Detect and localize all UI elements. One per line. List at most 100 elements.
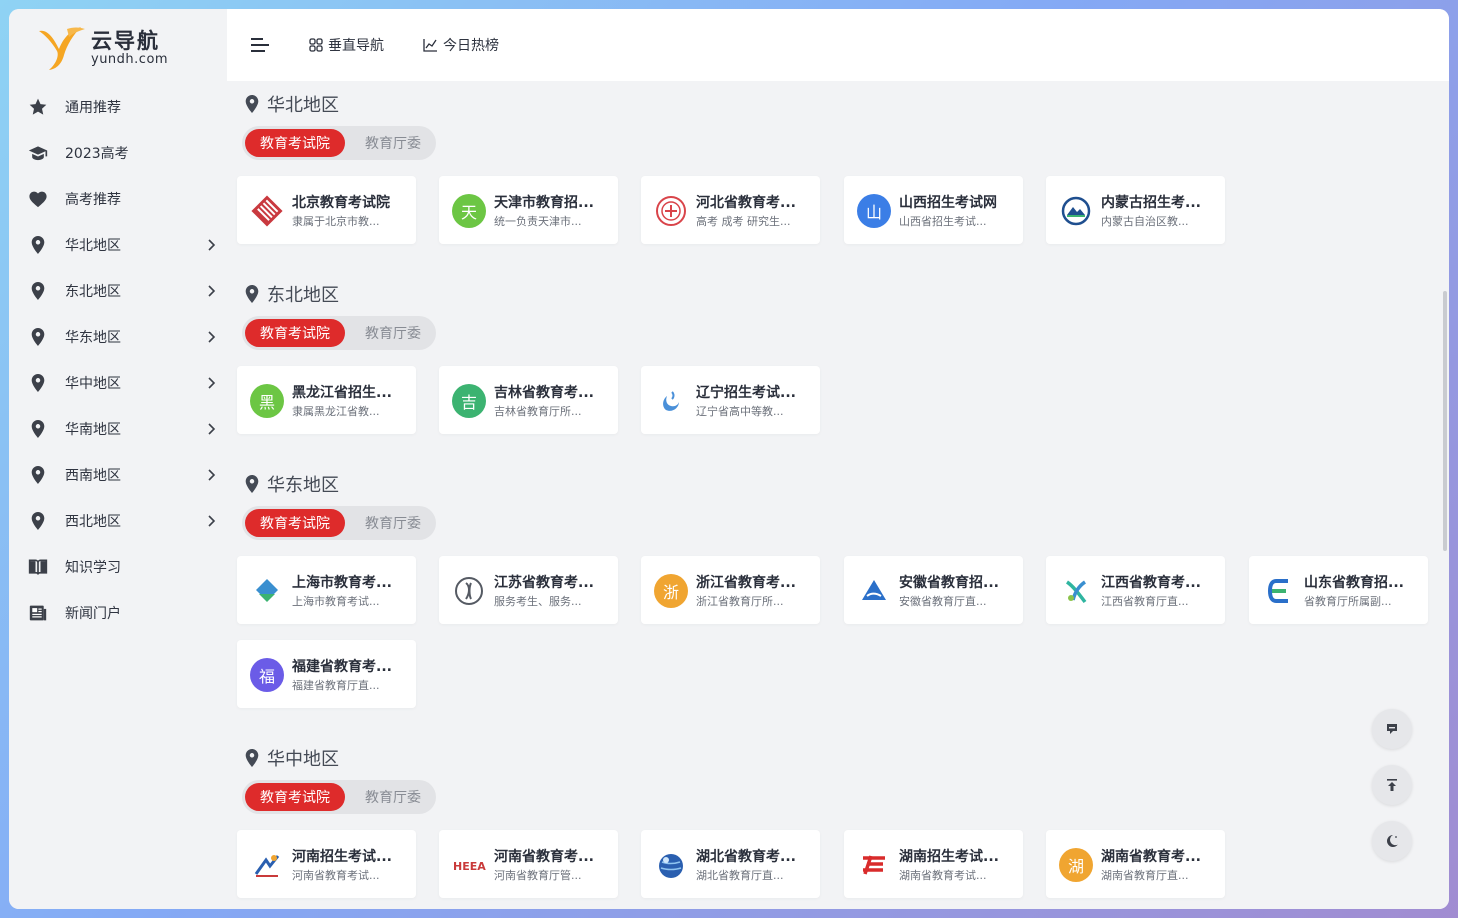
liaoning-logo-icon <box>654 384 688 418</box>
graduation-cap-icon <box>27 142 49 164</box>
sidebar-item-general[interactable]: 通用推荐 <box>19 87 219 127</box>
site-card[interactable]: 天 天津市教育招... 统一负责天津市... <box>439 176 618 244</box>
map-pin-icon <box>27 280 49 302</box>
map-pin-icon <box>27 372 49 394</box>
hebei-seal-icon <box>654 194 688 228</box>
anhui-logo-icon <box>857 574 891 608</box>
card-desc: 福建省教育厅直... <box>292 679 380 692</box>
logo-subtitle: yundh.com <box>91 52 169 67</box>
sidebar-item-huabei[interactable]: 华北地区 <box>19 225 219 265</box>
site-card[interactable]: 江苏省教育考... 服务考生、服务... <box>439 556 618 624</box>
section-title-text: 华中地区 <box>267 749 339 770</box>
shandong-logo-icon <box>1262 574 1296 608</box>
sidebar-item-huadong[interactable]: 华东地区 <box>19 317 219 357</box>
chevron-right-icon <box>208 331 216 343</box>
vertical-nav-link[interactable]: 垂直导航 <box>309 35 384 55</box>
card-desc: 江西省教育厅直... <box>1101 595 1189 608</box>
map-pin-icon <box>27 510 49 532</box>
shanxi-avatar-icon: 山 <box>857 194 891 228</box>
tab-group: 教育考试院 教育厅委 <box>242 506 436 540</box>
tab-exam-institute[interactable]: 教育考试院 <box>245 509 345 537</box>
card-title: 山西招生考试网 <box>899 195 997 211</box>
sidebar-item-gaokao-2023[interactable]: 2023高考 <box>19 133 219 173</box>
map-pin-icon <box>245 749 259 767</box>
card-title: 福建省教育考... <box>292 659 392 675</box>
hot-today-link[interactable]: 今日热榜 <box>423 35 499 55</box>
site-card[interactable]: 福 福建省教育考... 福建省教育厅直... <box>237 640 416 708</box>
card-desc: 辽宁省高中等教... <box>696 405 784 418</box>
sidebar-item-huazhong[interactable]: 华中地区 <box>19 363 219 403</box>
chevron-right-icon <box>208 377 216 389</box>
card-desc: 省教育厅所属副... <box>1304 595 1392 608</box>
section-title-huabei: 华北地区 <box>245 91 339 117</box>
site-card[interactable]: 内蒙古招生考... 内蒙古自治区教... <box>1046 176 1225 244</box>
card-title: 河南省教育考... <box>494 849 594 865</box>
tab-education-bureau[interactable]: 教育厅委 <box>353 129 433 157</box>
site-card[interactable]: 湖南招生考试... 湖南省教育考试... <box>844 830 1023 898</box>
site-card[interactable]: 山 山西招生考试网 山西省招生考试... <box>844 176 1023 244</box>
moon-icon <box>1387 835 1398 847</box>
book-icon <box>27 556 49 578</box>
section-title-dongbei: 东北地区 <box>245 281 339 307</box>
sidebar-item-xibei[interactable]: 西北地区 <box>19 501 219 541</box>
card-desc: 安徽省教育厅直... <box>899 595 987 608</box>
app-window: 云导航 yundh.com 通用推荐 2023高考 高考推荐 华北地区 东北地区 <box>9 9 1449 909</box>
site-card[interactable]: 河北省教育考... 高考 成考 研究生... <box>641 176 820 244</box>
logo[interactable]: 云导航 yundh.com <box>37 23 197 79</box>
card-desc: 内蒙古自治区教... <box>1101 215 1189 228</box>
card-title: 湖北省教育考... <box>696 849 796 865</box>
site-card[interactable]: 上海市教育考... 上海市教育考试... <box>237 556 416 624</box>
neimenggu-logo-icon <box>1059 194 1093 228</box>
tab-education-bureau[interactable]: 教育厅委 <box>353 509 433 537</box>
card-title: 浙江省教育考... <box>696 575 796 591</box>
jiangxi-logo-icon <box>1059 574 1093 608</box>
tab-education-bureau[interactable]: 教育厅委 <box>353 319 433 347</box>
site-card[interactable]: 辽宁招生考试... 辽宁省高中等教... <box>641 366 820 434</box>
card-title: 吉林省教育考... <box>494 385 594 401</box>
card-title: 上海市教育考... <box>292 575 392 591</box>
tab-exam-institute[interactable]: 教育考试院 <box>245 783 345 811</box>
newspaper-icon <box>27 602 49 624</box>
site-card[interactable]: 吉 吉林省教育考... 吉林省教育厅所... <box>439 366 618 434</box>
site-card[interactable]: 山东省教育招... 省教育厅所属副... <box>1249 556 1428 624</box>
site-card[interactable]: 江西省教育考... 江西省教育厅直... <box>1046 556 1225 624</box>
section-title-huadong: 华东地区 <box>245 471 339 497</box>
chevron-right-icon <box>208 469 216 481</box>
sidebar-item-knowledge[interactable]: 知识学习 <box>19 547 219 587</box>
sidebar-item-gaokao-recommend[interactable]: 高考推荐 <box>19 179 219 219</box>
menu-toggle-icon[interactable] <box>249 35 271 55</box>
site-card[interactable]: HEEA 河南省教育考... 河南省教育厅管... <box>439 830 618 898</box>
back-to-top-button[interactable] <box>1372 765 1412 805</box>
chevron-right-icon <box>208 515 216 527</box>
site-card[interactable]: 浙 浙江省教育考... 浙江省教育厅所... <box>641 556 820 624</box>
tab-exam-institute[interactable]: 教育考试院 <box>245 319 345 347</box>
card-desc: 上海市教育考试... <box>292 595 380 608</box>
chat-bubble-icon <box>1387 724 1397 734</box>
site-card[interactable]: 河南招生考试... 河南省教育考试... <box>237 830 416 898</box>
tab-education-bureau[interactable]: 教育厅委 <box>353 783 433 811</box>
card-title: 河南招生考试... <box>292 849 392 865</box>
sidebar-item-huanan[interactable]: 华南地区 <box>19 409 219 449</box>
svg-text:HEEA: HEEA <box>453 860 486 873</box>
scrollbar[interactable] <box>1443 291 1447 551</box>
feedback-button[interactable] <box>1372 709 1412 749</box>
card-title: 北京教育考试院 <box>292 195 390 211</box>
section-title-huazhong: 华中地区 <box>245 745 339 771</box>
card-title: 天津市教育招... <box>494 195 594 211</box>
sidebar-item-label: 西南地区 <box>65 468 121 484</box>
site-card[interactable]: 北京教育考试院 隶属于北京市教... <box>237 176 416 244</box>
sidebar-item-label: 高考推荐 <box>65 192 121 208</box>
sidebar-item-label: 知识学习 <box>65 560 121 576</box>
site-card[interactable]: 湖北省教育考... 湖北省教育厅直... <box>641 830 820 898</box>
sidebar-item-dongbei[interactable]: 东北地区 <box>19 271 219 311</box>
card-desc: 隶属于北京市教... <box>292 215 380 228</box>
chevron-right-icon <box>208 285 216 297</box>
site-card[interactable]: 黑 黑龙江省招生... 隶属黑龙江省教... <box>237 366 416 434</box>
dark-mode-button[interactable] <box>1372 821 1412 861</box>
site-card[interactable]: 安徽省教育招... 安徽省教育厅直... <box>844 556 1023 624</box>
site-card[interactable]: 湖 湖南省教育考... 湖南省教育厅直... <box>1046 830 1225 898</box>
card-title: 湖南招生考试... <box>899 849 999 865</box>
sidebar-item-xinan[interactable]: 西南地区 <box>19 455 219 495</box>
tab-exam-institute[interactable]: 教育考试院 <box>245 129 345 157</box>
sidebar-item-news[interactable]: 新闻门户 <box>19 593 219 633</box>
